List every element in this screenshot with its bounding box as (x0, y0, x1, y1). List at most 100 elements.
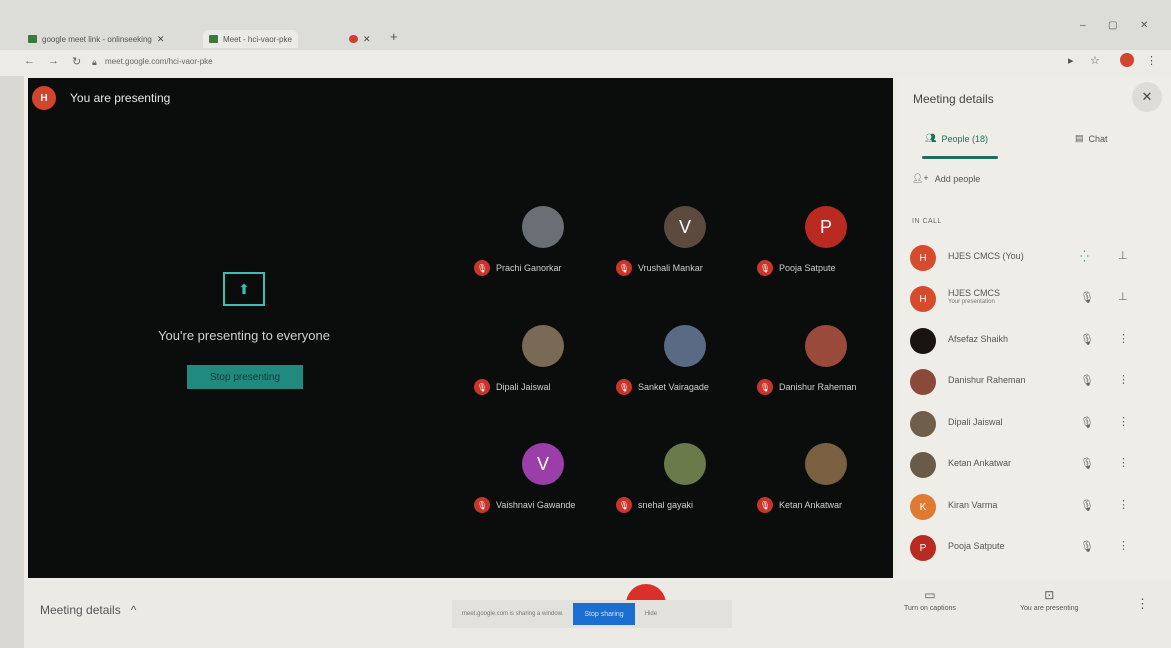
in-call-heading: IN CALL (912, 218, 942, 225)
close-panel-button[interactable]: ✕ (1132, 82, 1162, 112)
more-options-icon[interactable]: ⋮ (1118, 415, 1129, 428)
more-options-icon[interactable]: ⋮ (1118, 456, 1129, 469)
participant-name: Pooja Satpute (779, 263, 836, 273)
participant-label: 🎙︎ Prachi Ganorkar (474, 260, 614, 276)
participant-tile[interactable]: 🎙︎ Danishur Raheman (757, 325, 897, 405)
person-subtitle: Your presentation (948, 299, 995, 305)
more-options-icon[interactable]: ⋮ (1118, 498, 1129, 511)
participant-tile[interactable]: 🎙︎ snehal gayaki (616, 443, 756, 523)
participant-tile[interactable]: V 🎙︎ Vaishnavi Gawande (474, 443, 614, 523)
participant-tile[interactable]: V 🎙︎ Vrushali Mankar (616, 206, 756, 286)
meeting-details-label: Meeting details (40, 603, 121, 617)
back-icon[interactable]: ← (24, 55, 35, 67)
add-people-label: Add people (934, 173, 981, 184)
browser-menu-icon[interactable]: ⋮ (1146, 54, 1157, 67)
mic-off-icon: 🎙︎ (757, 379, 773, 395)
mic-off-icon: 🎙︎ (1080, 417, 1094, 429)
participant-avatar (664, 325, 706, 367)
browser-tab[interactable]: google meet link - onlinseeking ✕ (22, 30, 170, 48)
minimize-icon[interactable]: – (1080, 20, 1086, 31)
mic-off-icon: 🎙︎ (616, 260, 632, 276)
stop-sharing-button[interactable]: Stop sharing (573, 603, 635, 625)
pin-icon[interactable]: ⊥ (1118, 249, 1128, 262)
meeting-details-button[interactable]: Meeting details ^ (40, 603, 136, 617)
cast-icon[interactable]: ▸ (1068, 54, 1074, 67)
close-tab-icon[interactable]: ✕ (157, 34, 165, 45)
people-list-item[interactable]: Danishur Raheman 🎙︎ ⋮ (910, 367, 1160, 397)
mic-off-icon: 🎙︎ (1080, 375, 1094, 387)
person-avatar (910, 452, 936, 478)
more-options-icon[interactable]: ⋮ (1118, 539, 1129, 552)
share-notice-text: meet.google.com is sharing a window. (462, 611, 564, 617)
person-name: Dipali Jaiswal (948, 417, 1003, 427)
recording-dot-icon (349, 35, 358, 43)
person-name: HJES CMCS (You) (948, 251, 1024, 261)
speaking-indicator-icon: ⁛ (1080, 251, 1089, 263)
more-options-icon[interactable]: ⋮ (1136, 596, 1149, 612)
profile-avatar[interactable] (1120, 53, 1134, 67)
tab-people[interactable]: 👥︎ People (18) (925, 133, 988, 144)
people-list-item[interactable]: H HJES CMCS Your presentation 🎙︎ ⊥ (910, 284, 1160, 314)
mic-off-icon: 🎙︎ (1080, 458, 1094, 470)
participant-tile[interactable]: P 🎙︎ Pooja Satpute (757, 206, 897, 286)
mic-off-icon: 🎙︎ (757, 497, 773, 513)
more-options-icon[interactable]: ⋮ (1118, 373, 1129, 386)
mic-off-icon: 🎙︎ (1080, 292, 1094, 304)
mic-off-icon: 🎙︎ (616, 497, 632, 513)
people-list-item[interactable]: Ketan Ankatwar 🎙︎ ⋮ (910, 450, 1160, 480)
participant-name: Sanket Vairagade (638, 382, 709, 392)
presenter-bar: H You are presenting (32, 86, 170, 110)
people-list-item[interactable]: Afsefaz Shaikh 🎙︎ ⋮ (910, 326, 1160, 356)
person-name: Pooja Satpute (948, 541, 1005, 551)
people-list-item[interactable]: K Kiran Varma 🎙︎ ⋮ (910, 492, 1160, 522)
participant-label: 🎙︎ snehal gayaki (616, 497, 756, 513)
maximize-icon[interactable]: ▢ (1108, 20, 1117, 31)
person-avatar: K (910, 494, 936, 520)
reload-icon[interactable]: ↻ (72, 55, 81, 68)
people-list-item[interactable]: Dipali Jaiswal 🎙︎ ⋮ (910, 409, 1160, 439)
add-people-button[interactable]: 👤︎+ Add people (912, 173, 980, 184)
presenting-button[interactable]: ⊡ You are presenting (1020, 588, 1079, 612)
person-name: Afsefaz Shaikh (948, 334, 1009, 344)
people-list-item[interactable]: P Pooja Satpute 🎙︎ ⋮ (910, 533, 1160, 563)
window-close-icon[interactable]: ✕ (1140, 20, 1148, 31)
participant-tile[interactable]: 🎙︎ Prachi Ganorkar (474, 206, 614, 286)
url-text[interactable]: meet.google.com/hci-vaor-pke (105, 57, 213, 66)
participant-label: 🎙︎ Sanket Vairagade (616, 379, 756, 395)
participant-name: Vrushali Mankar (638, 263, 703, 273)
close-tab-icon[interactable]: ✕ (363, 34, 371, 45)
participant-tile[interactable]: 🎙︎ Dipali Jaiswal (474, 325, 614, 405)
bookmark-star-icon[interactable]: ☆ (1090, 54, 1100, 67)
new-tab-icon[interactable]: + (390, 29, 398, 44)
panel-title: Meeting details (913, 92, 994, 106)
chevron-up-icon: ^ (130, 603, 137, 617)
tab-chat[interactable]: ▤ Chat (1075, 133, 1108, 144)
mic-off-icon: 🎙︎ (474, 379, 490, 395)
participant-name: Prachi Ganorkar (496, 263, 562, 273)
captions-button[interactable]: ▭ Turn on captions (904, 588, 956, 612)
people-list-item[interactable]: H HJES CMCS (You) ⁛ ⊥ (910, 243, 1160, 273)
person-name: HJES CMCS (948, 288, 1001, 298)
participant-tile[interactable]: 🎙︎ Ketan Ankatwar (757, 443, 897, 523)
pin-icon[interactable]: ⊥ (1118, 290, 1128, 303)
participant-label: 🎙︎ Vaishnavi Gawande (474, 497, 614, 513)
participant-name: Dipali Jaiswal (496, 382, 551, 392)
participant-tile[interactable]: 🎙︎ Sanket Vairagade (616, 325, 756, 405)
tab-favicon-icon (28, 35, 37, 43)
tab-label: Meet - hci-vaor-pke (223, 34, 292, 44)
captions-icon: ▭ (924, 588, 936, 602)
mic-off-icon: 🎙︎ (1080, 500, 1094, 512)
mic-off-icon: 🎙︎ (1080, 541, 1094, 553)
captions-label: Turn on captions (904, 605, 956, 612)
participant-avatar (805, 325, 847, 367)
mic-off-icon: 🎙︎ (757, 260, 773, 276)
participant-name: Ketan Ankatwar (779, 500, 843, 510)
browser-tab-active[interactable]: Meet - hci-vaor-pke (203, 30, 298, 48)
more-options-icon[interactable]: ⋮ (1118, 332, 1129, 345)
forward-icon[interactable]: → (48, 55, 59, 67)
hide-button[interactable]: Hide (645, 611, 657, 617)
stop-presenting-button[interactable]: Stop presenting (187, 365, 303, 389)
mic-off-icon: 🎙︎ (474, 497, 490, 513)
people-icon: 👥︎ (925, 133, 937, 143)
browser-tab-recording[interactable]: ✕ (343, 30, 377, 48)
